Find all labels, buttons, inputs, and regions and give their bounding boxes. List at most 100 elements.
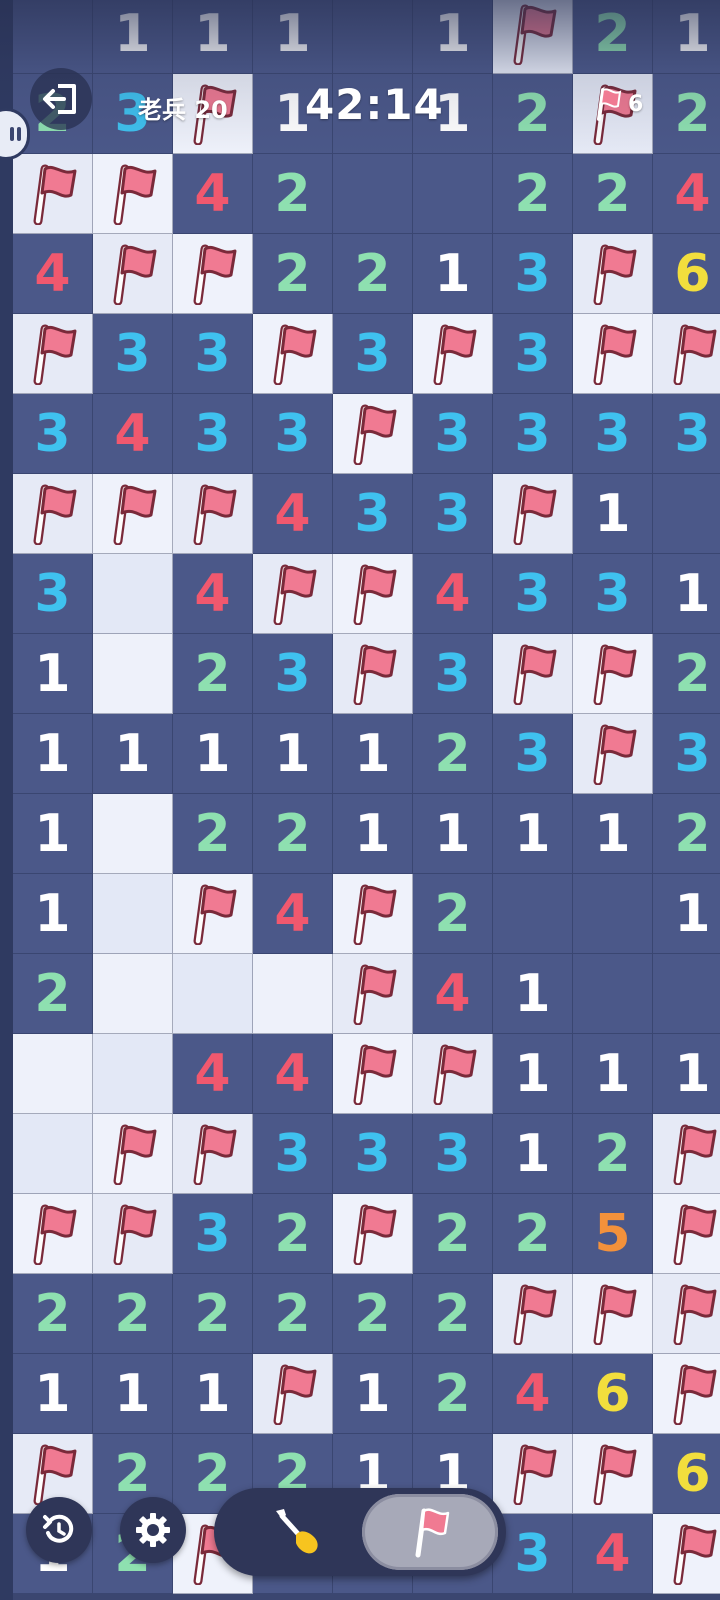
flagged-cell[interactable] <box>13 314 93 394</box>
flagged-cell[interactable] <box>333 954 413 1034</box>
number-cell[interactable]: 1 <box>653 554 720 634</box>
unrevealed-cell[interactable] <box>13 1114 93 1194</box>
number-cell[interactable]: 3 <box>333 1114 413 1194</box>
number-cell[interactable]: 2 <box>253 1194 333 1274</box>
number-cell[interactable]: 3 <box>13 394 93 474</box>
flagged-cell[interactable] <box>573 234 653 314</box>
empty-cell[interactable] <box>573 954 653 1034</box>
number-cell[interactable]: 2 <box>413 874 493 954</box>
flagged-cell[interactable] <box>653 1514 720 1594</box>
empty-cell[interactable] <box>493 874 573 954</box>
number-cell[interactable]: 1 <box>493 1034 573 1114</box>
number-cell[interactable]: 3 <box>493 554 573 634</box>
mode-toggle[interactable] <box>214 1488 506 1576</box>
number-cell[interactable]: 3 <box>413 474 493 554</box>
number-cell[interactable]: 4 <box>173 1034 253 1114</box>
number-cell[interactable]: 3 <box>93 314 173 394</box>
flagged-cell[interactable] <box>333 634 413 714</box>
unrevealed-cell[interactable] <box>93 954 173 1034</box>
flagged-cell[interactable] <box>93 1114 173 1194</box>
flagged-cell[interactable] <box>173 874 253 954</box>
number-cell[interactable]: 2 <box>493 74 573 154</box>
flagged-cell[interactable] <box>573 314 653 394</box>
number-cell[interactable]: 2 <box>413 1354 493 1434</box>
unrevealed-cell[interactable] <box>173 954 253 1034</box>
flagged-cell[interactable] <box>93 1194 173 1274</box>
number-cell[interactable]: 3 <box>413 1114 493 1194</box>
undo-button[interactable] <box>26 1497 92 1563</box>
number-cell[interactable]: 1 <box>333 794 413 874</box>
number-cell[interactable]: 1 <box>493 1114 573 1194</box>
number-cell[interactable]: 1 <box>173 0 253 74</box>
flagged-cell[interactable] <box>573 1274 653 1354</box>
flagged-cell[interactable] <box>573 634 653 714</box>
number-cell[interactable]: 1 <box>13 874 93 954</box>
flagged-cell[interactable] <box>333 1034 413 1114</box>
number-cell[interactable]: 1 <box>13 1354 93 1434</box>
number-cell[interactable]: 3 <box>493 714 573 794</box>
flagged-cell[interactable] <box>653 314 720 394</box>
number-cell[interactable]: 1 <box>573 1034 653 1114</box>
number-cell[interactable]: 1 <box>653 1034 720 1114</box>
number-cell[interactable]: 3 <box>653 394 720 474</box>
number-cell[interactable]: 3 <box>253 634 333 714</box>
unrevealed-cell[interactable] <box>13 1034 93 1114</box>
number-cell[interactable]: 3 <box>173 394 253 474</box>
minefield-grid[interactable]: 1111212311224222442213633333433333343313… <box>13 0 720 1594</box>
number-cell[interactable]: 1 <box>13 714 93 794</box>
number-cell[interactable]: 4 <box>493 1354 573 1434</box>
number-cell[interactable]: 2 <box>333 1274 413 1354</box>
number-cell[interactable]: 2 <box>253 794 333 874</box>
unrevealed-cell[interactable] <box>93 1034 173 1114</box>
number-cell[interactable]: 4 <box>253 874 333 954</box>
number-cell[interactable]: 4 <box>253 1034 333 1114</box>
flagged-cell[interactable] <box>493 1274 573 1354</box>
number-cell[interactable]: 2 <box>653 74 720 154</box>
dig-mode-button[interactable] <box>242 1498 352 1566</box>
flagged-cell[interactable] <box>13 154 93 234</box>
number-cell[interactable]: 3 <box>573 554 653 634</box>
flagged-cell[interactable] <box>653 1274 720 1354</box>
flagged-cell[interactable] <box>93 234 173 314</box>
number-cell[interactable]: 2 <box>13 954 93 1034</box>
number-cell[interactable]: 4 <box>573 1514 653 1594</box>
exit-button[interactable] <box>30 68 92 130</box>
flagged-cell[interactable] <box>653 1194 720 1274</box>
settings-button[interactable] <box>120 1497 186 1563</box>
number-cell[interactable]: 1 <box>653 874 720 954</box>
flagged-cell[interactable] <box>253 1354 333 1434</box>
number-cell[interactable]: 4 <box>13 234 93 314</box>
unrevealed-cell[interactable] <box>93 634 173 714</box>
number-cell[interactable]: 2 <box>253 234 333 314</box>
empty-cell[interactable] <box>573 874 653 954</box>
number-cell[interactable]: 1 <box>93 0 173 74</box>
flagged-cell[interactable] <box>93 154 173 234</box>
flagged-cell[interactable] <box>653 1354 720 1434</box>
flagged-cell[interactable] <box>493 0 573 74</box>
number-cell[interactable]: 4 <box>253 474 333 554</box>
unrevealed-cell[interactable] <box>93 554 173 634</box>
number-cell[interactable]: 1 <box>173 714 253 794</box>
flagged-cell[interactable] <box>333 394 413 474</box>
unrevealed-cell[interactable] <box>93 794 173 874</box>
number-cell[interactable]: 1 <box>93 1354 173 1434</box>
number-cell[interactable]: 2 <box>493 154 573 234</box>
number-cell[interactable]: 1 <box>333 714 413 794</box>
number-cell[interactable]: 2 <box>573 0 653 74</box>
number-cell[interactable]: 4 <box>413 554 493 634</box>
number-cell[interactable]: 1 <box>93 714 173 794</box>
empty-cell[interactable] <box>13 0 93 74</box>
number-cell[interactable]: 3 <box>333 314 413 394</box>
flagged-cell[interactable] <box>93 474 173 554</box>
empty-cell[interactable] <box>333 154 413 234</box>
unrevealed-cell[interactable] <box>93 874 173 954</box>
number-cell[interactable]: 3 <box>173 1194 253 1274</box>
number-cell[interactable]: 4 <box>93 394 173 474</box>
number-cell[interactable]: 3 <box>173 314 253 394</box>
flagged-cell[interactable] <box>173 474 253 554</box>
number-cell[interactable]: 1 <box>573 794 653 874</box>
flagged-cell[interactable] <box>653 1114 720 1194</box>
number-cell[interactable]: 2 <box>253 1274 333 1354</box>
number-cell[interactable]: 2 <box>253 154 333 234</box>
number-cell[interactable]: 6 <box>573 1354 653 1434</box>
